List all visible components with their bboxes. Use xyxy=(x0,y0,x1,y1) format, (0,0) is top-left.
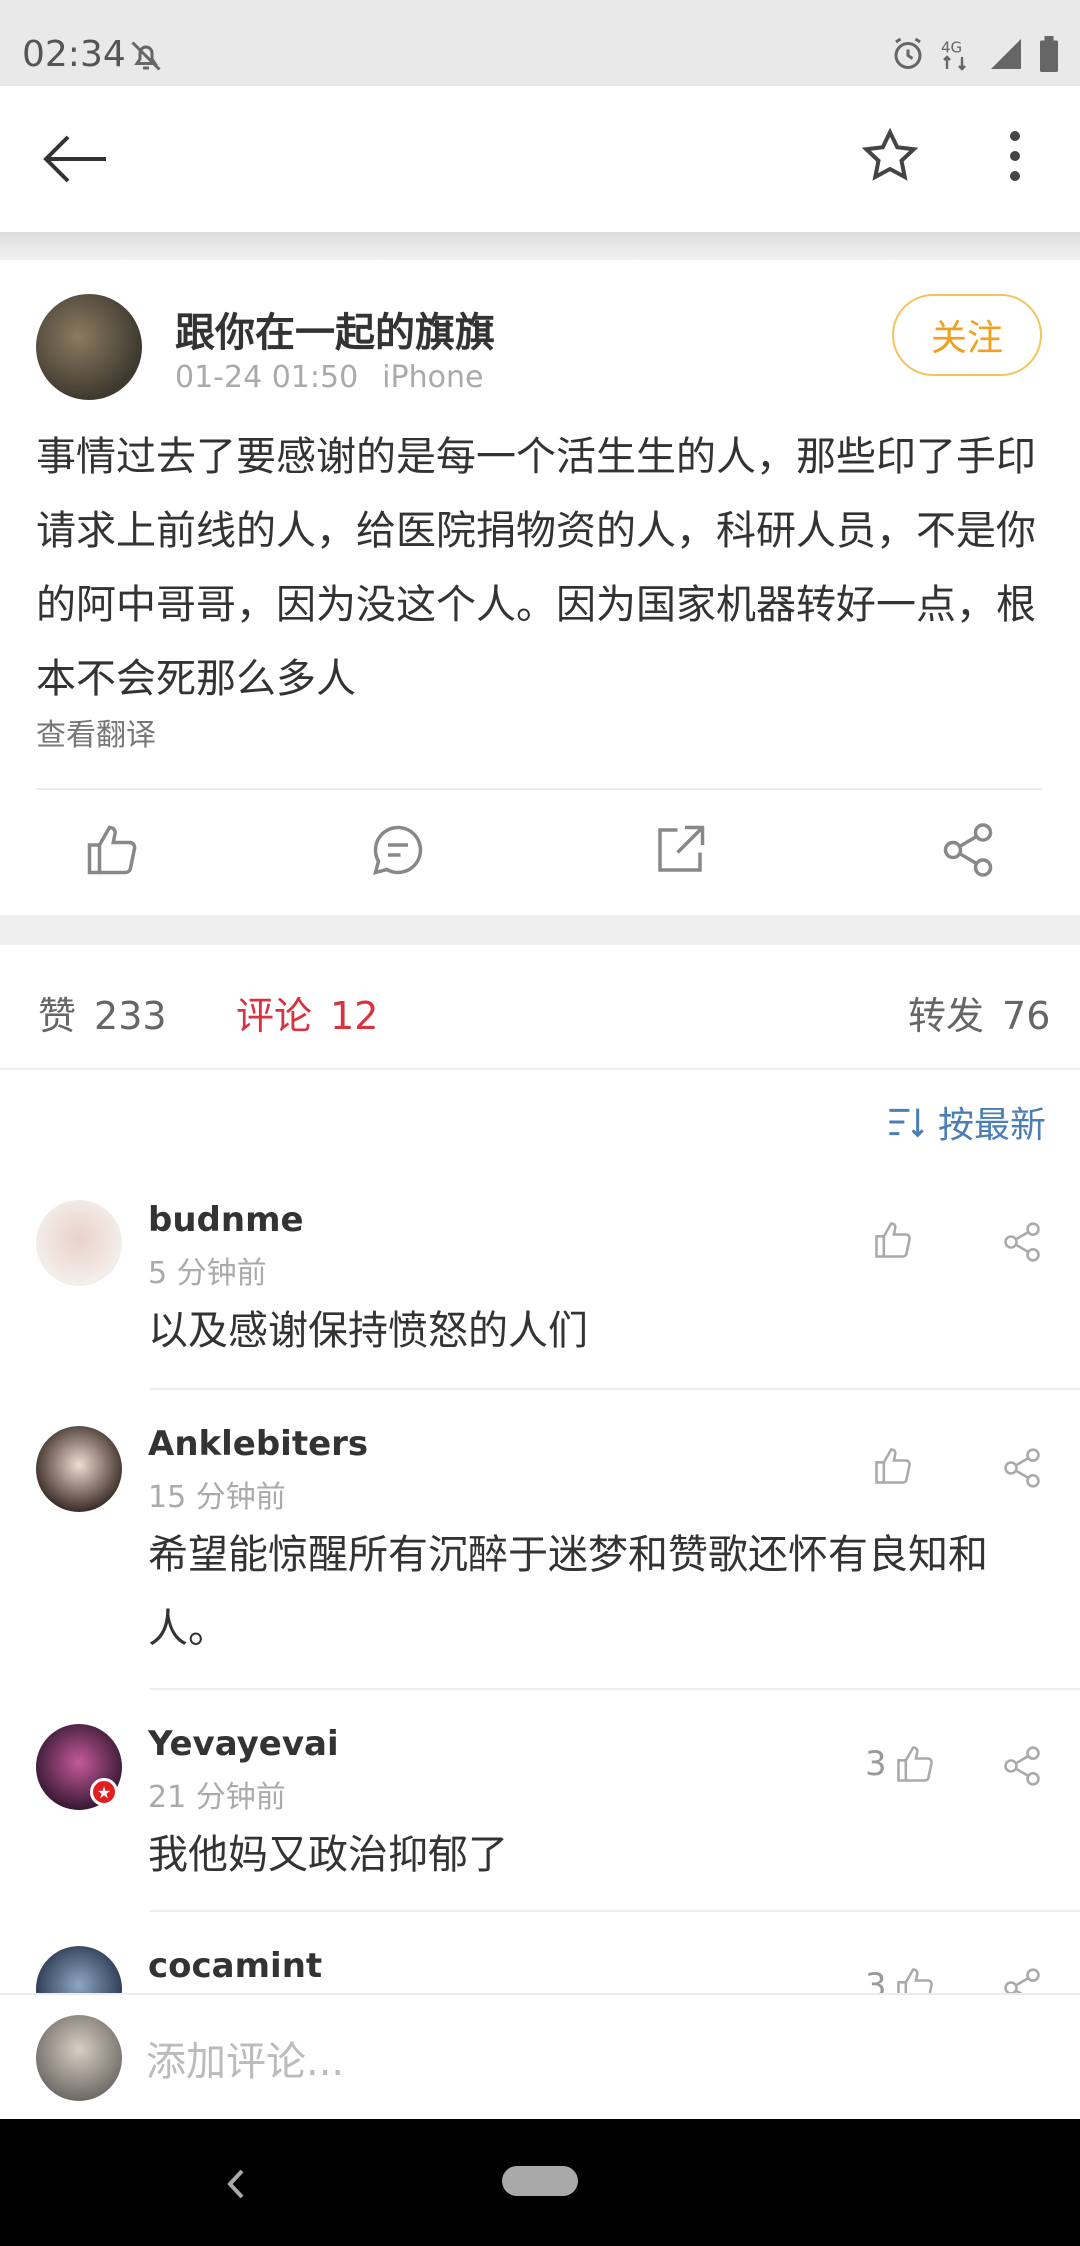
author-name[interactable]: 跟你在一起的旗旗 xyxy=(175,300,495,358)
comment-like-button[interactable]: 3 xyxy=(865,1964,937,1993)
verified-badge-icon: ★ xyxy=(90,1778,118,1806)
comment-item: cocamint 3 xyxy=(0,1912,1080,1993)
top-bar xyxy=(0,86,1080,232)
author-avatar[interactable] xyxy=(36,294,142,400)
commenter-name[interactable]: Anklebiters xyxy=(148,1424,368,1464)
comment-time: 15 分钟前 xyxy=(148,1480,286,1515)
comment-time: 21 分钟前 xyxy=(148,1780,286,1815)
commenter-avatar[interactable] xyxy=(36,1200,122,1286)
sort-icon xyxy=(889,1108,924,1138)
back-arrow-icon[interactable] xyxy=(40,132,110,186)
comment-like-count: 3 xyxy=(865,1744,887,1784)
reposts-label: 转发 xyxy=(908,994,985,1038)
comment-text: 希望能惊醒所有沉醉于迷梦和赞歌还怀有良知和人。 xyxy=(148,1532,988,1652)
share-icon[interactable] xyxy=(938,820,998,880)
reposts-count: 76 xyxy=(1002,994,1051,1038)
status-bar: 02:34 4G xyxy=(0,0,1080,86)
sort-button[interactable]: 按最新 xyxy=(886,1096,1046,1148)
comment-like-button[interactable] xyxy=(865,1444,915,1488)
post-content: 事情过去了要感谢的是每一个活生生的人，那些印了手印请求上前线的人，给医院捐物资的… xyxy=(36,434,1036,702)
notifications-off-icon xyxy=(131,41,161,71)
like-icon xyxy=(875,1222,911,1258)
divider xyxy=(36,788,1042,790)
comment-like-button[interactable] xyxy=(865,1218,915,1262)
comment-input[interactable]: 添加评论... xyxy=(146,2029,344,2087)
post-device: iPhone xyxy=(382,360,484,395)
comments-label: 评论 xyxy=(236,994,313,1038)
post-meta: 01-24 01:50 iPhone xyxy=(175,360,483,395)
post-date: 01-24 01:50 xyxy=(175,360,359,395)
comment-item: budnme 5 分钟前 以及感谢保持愤怒的人们 xyxy=(0,1186,1080,1390)
commenter-avatar[interactable] xyxy=(36,1426,122,1512)
network-4g-icon: 4G xyxy=(941,39,966,71)
commenter-name[interactable]: cocamint xyxy=(148,1946,322,1986)
likes-count: 233 xyxy=(94,994,167,1038)
section-divider xyxy=(0,232,1080,260)
like-icon[interactable] xyxy=(82,820,142,880)
favorite-star-icon[interactable] xyxy=(860,126,920,186)
repost-icon[interactable] xyxy=(650,820,710,880)
comment-item: Anklebiters 15 分钟前 希望能惊醒所有沉醉于迷梦和赞歌还怀有良知和… xyxy=(0,1390,1080,1690)
post-stats: 赞 233 评论 12 转发 76 xyxy=(0,945,1080,1070)
comment-like-button[interactable]: 3 xyxy=(865,1742,937,1786)
share-icon[interactable] xyxy=(1000,1220,1044,1264)
comment-text: 以及感谢保持愤怒的人们 xyxy=(148,1308,588,1354)
comment-composer: 添加评论... xyxy=(0,1993,1080,2119)
status-time: 02:34 xyxy=(22,34,126,75)
comment-item: ★ Yevayevai 21 分钟前 我他妈又政治抑郁了 3 xyxy=(0,1690,1080,1912)
home-pill[interactable] xyxy=(502,2166,578,2196)
like-icon xyxy=(896,1968,933,1993)
commenter-avatar[interactable] xyxy=(36,1946,122,1993)
svg-text:4G: 4G xyxy=(941,39,962,57)
like-icon xyxy=(875,1448,911,1484)
translate-link[interactable]: 查看翻译 xyxy=(36,710,156,754)
follow-button[interactable]: 关注 xyxy=(892,294,1042,376)
section-divider xyxy=(0,915,1080,945)
alarm-icon xyxy=(894,37,922,69)
share-icon[interactable] xyxy=(1000,1966,1044,1993)
sort-label: 按最新 xyxy=(937,1105,1046,1146)
comment-text: 我他妈又政治抑郁了 xyxy=(148,1832,508,1878)
comments-count: 12 xyxy=(330,994,379,1038)
comments-tab[interactable]: 评论 12 xyxy=(236,985,378,1040)
share-icon[interactable] xyxy=(1000,1744,1044,1788)
status-icons: 4G xyxy=(890,36,1060,72)
signal-icon xyxy=(991,39,1021,69)
more-options-icon[interactable] xyxy=(995,126,1035,186)
like-icon xyxy=(896,1746,933,1782)
battery-icon xyxy=(1040,36,1058,72)
comment-icon[interactable] xyxy=(368,820,428,880)
post-card: 跟你在一起的旗旗 01-24 01:50 iPhone 关注 事情过去了要感谢的是… xyxy=(0,260,1080,915)
commenter-name[interactable]: Yevayevai xyxy=(148,1724,339,1764)
nav-back-icon[interactable] xyxy=(220,2159,250,2209)
system-nav-bar xyxy=(0,2119,1080,2246)
comment-time: 5 分钟前 xyxy=(148,1256,267,1291)
commenter-name[interactable]: budnme xyxy=(148,1200,304,1240)
current-user-avatar xyxy=(36,2015,122,2101)
reposts-tab[interactable]: 转发 76 xyxy=(908,985,1050,1040)
likes-tab[interactable]: 赞 233 xyxy=(38,985,167,1040)
share-icon[interactable] xyxy=(1000,1446,1044,1490)
likes-label: 赞 xyxy=(38,994,77,1038)
comment-like-count: 3 xyxy=(865,1966,887,1993)
